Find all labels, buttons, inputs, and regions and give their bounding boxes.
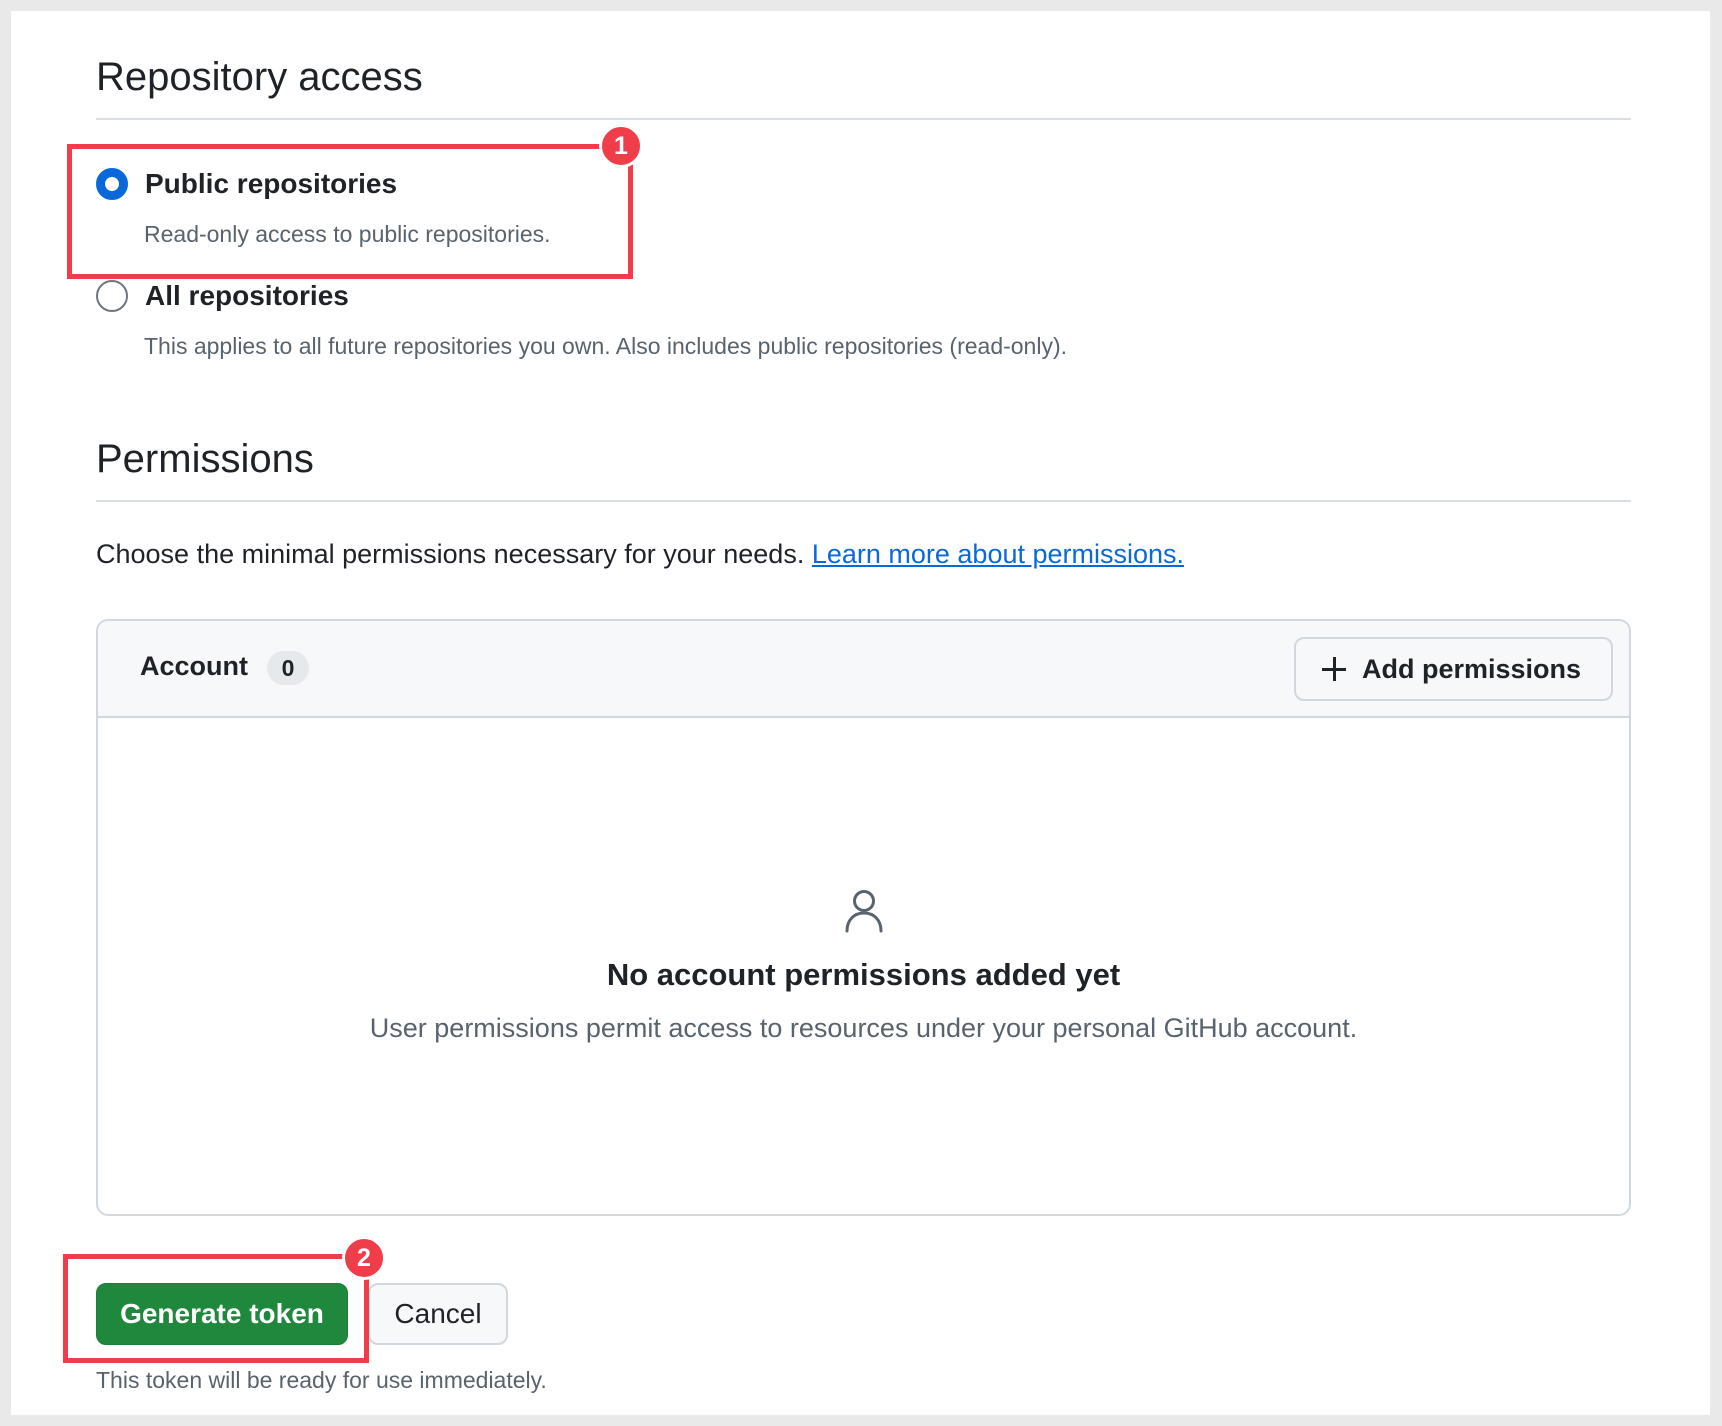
add-permissions-label: Add permissions xyxy=(1362,653,1582,684)
radio-label-all: All repositories xyxy=(145,280,349,311)
permissions-heading: Permissions xyxy=(96,437,314,481)
learn-more-link[interactable]: Learn more about permissions. xyxy=(812,539,1184,569)
add-permissions-button[interactable]: Add permissions xyxy=(1294,637,1613,701)
person-icon xyxy=(845,890,882,933)
token-ready-note: This token will be ready for use immedia… xyxy=(96,1367,547,1393)
annotation-highlight-2 xyxy=(63,1254,369,1363)
token-settings-page: Repository access Public repositories Re… xyxy=(11,11,1710,1415)
radio-unselected-icon[interactable] xyxy=(96,280,128,312)
annotation-step-badge-2: 2 xyxy=(342,1236,386,1280)
account-count-badge: 0 xyxy=(267,651,309,685)
section-divider xyxy=(96,500,1631,502)
annotation-step-badge-1: 1 xyxy=(599,124,643,168)
annotation-highlight-1 xyxy=(67,144,633,279)
account-permissions-header: Account 0 Add permissions xyxy=(98,621,1629,718)
radio-description-all: This applies to all future repositories … xyxy=(144,333,1068,359)
repository-access-heading: Repository access xyxy=(96,55,423,99)
section-divider xyxy=(96,118,1631,120)
account-permissions-panel: Account 0 Add permissions No account per… xyxy=(96,619,1631,1216)
empty-state-title: No account permissions added yet xyxy=(606,957,1121,992)
empty-state: No account permissions added yet User pe… xyxy=(98,889,1629,1044)
cancel-button[interactable]: Cancel xyxy=(368,1283,508,1345)
permissions-intro-text: Choose the minimal permissions necessary… xyxy=(96,539,805,569)
radio-all-repositories[interactable]: All repositories xyxy=(96,280,349,312)
permissions-intro: Choose the minimal permissions necessary… xyxy=(96,539,1184,570)
plus-icon xyxy=(1322,657,1346,681)
empty-state-description: User permissions permit access to resour… xyxy=(369,1013,1358,1043)
account-title: Account xyxy=(140,651,248,681)
